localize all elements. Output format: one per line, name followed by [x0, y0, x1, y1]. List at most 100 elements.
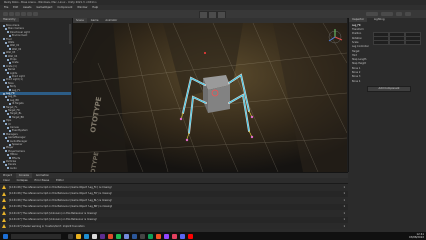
object-name[interactable]: Leg_FR — [352, 24, 361, 27]
warning-icon — [2, 217, 6, 222]
menu-window[interactable]: Window — [77, 6, 87, 9]
console-message-count: 1 — [343, 218, 345, 221]
edge-icon[interactable] — [84, 233, 89, 239]
gameobject-icon — [9, 143, 11, 146]
scale-tool-icon[interactable] — [21, 12, 26, 16]
task-view-icon[interactable] — [68, 233, 73, 239]
console-message-count: 1 — [343, 224, 345, 228]
gameobject-icon — [3, 146, 5, 149]
inspector-row: Bone 3 — [352, 75, 361, 79]
console-message-text: [12:41:07] Shader warning in 'Custom/Gri… — [9, 224, 85, 228]
gameobject-icon — [5, 41, 7, 44]
rect-tool-icon[interactable] — [27, 12, 32, 16]
scale-y-field[interactable] — [389, 40, 405, 45]
scale-x-field[interactable] — [373, 40, 389, 45]
word-icon[interactable] — [132, 233, 137, 239]
discord-icon[interactable] — [124, 233, 129, 239]
cloud-icon[interactable] — [405, 12, 411, 16]
error-pause-button[interactable]: Error Pause — [31, 178, 52, 183]
menu-edit[interactable]: Edit — [13, 6, 18, 9]
console-message-text: [12:41:07] The referenced script (Unknow… — [9, 211, 97, 215]
console-message-count: 1 — [343, 205, 345, 208]
gameobject-icon — [9, 102, 11, 105]
hand-tool-icon[interactable] — [3, 12, 8, 16]
tab-lighting[interactable]: Lighting — [371, 18, 388, 22]
office-icon[interactable] — [156, 233, 161, 239]
taskbar-search[interactable] — [11, 233, 61, 239]
light-gizmo-icon[interactable] — [204, 52, 206, 54]
console-message-count: 1 — [343, 192, 345, 195]
add-component-button[interactable]: Add Component — [367, 86, 411, 92]
gameobject-icon — [3, 65, 5, 68]
gameobject-icon — [3, 160, 5, 163]
windows-start-icon[interactable] — [3, 233, 8, 239]
inspector-row: Hint — [352, 53, 357, 57]
inspector-row: Position — [352, 32, 362, 36]
hierarchy-scrollbar[interactable] — [69, 24, 71, 44]
warning-icon — [2, 185, 6, 189]
gameobject-icon — [5, 95, 7, 98]
gameobject-icon — [7, 44, 9, 47]
file-explorer-icon[interactable] — [76, 233, 81, 239]
transform-tool-icon[interactable] — [33, 12, 38, 16]
gameobject-icon — [3, 92, 5, 95]
visual-studio-icon[interactable] — [100, 233, 105, 239]
instagram-icon[interactable] — [172, 233, 177, 239]
rotate-tool-icon[interactable] — [15, 12, 20, 16]
inspector-row: Target — [352, 49, 360, 53]
scene-viewport[interactable]: OTOTYPE OTOTYPE — [73, 23, 347, 172]
inspector-row: Rotation — [352, 36, 362, 40]
warning-icon — [2, 224, 6, 228]
gameobject-icon — [7, 31, 9, 34]
twitch-icon[interactable] — [164, 233, 169, 239]
gameobject-icon — [5, 109, 7, 112]
inspector-row: Step Height — [352, 62, 367, 66]
editor-dropdown[interactable]: Editor — [53, 178, 67, 183]
gameobject-icon — [5, 136, 7, 139]
gameobject-icon — [5, 150, 7, 153]
menu-component[interactable]: Component — [57, 6, 72, 9]
warning-icon — [2, 211, 6, 215]
collapse-button[interactable]: Collapse — [14, 178, 31, 183]
unity-icon[interactable] — [92, 233, 97, 239]
gameobject-icon — [5, 82, 7, 85]
gameobject-icon — [5, 55, 7, 58]
gameobject-icon — [5, 163, 7, 166]
gameobject-icon — [5, 68, 7, 71]
hierarchy-item-label: Audio — [10, 166, 17, 170]
gameobject-icon — [7, 167, 9, 170]
inspector-row: Bone 4 — [352, 79, 361, 83]
menu-help[interactable]: Help — [92, 6, 98, 9]
hierarchy-item[interactable]: Audio — [0, 167, 75, 170]
account-icon[interactable] — [396, 12, 402, 16]
move-tool-icon[interactable] — [9, 12, 14, 16]
console-message-text: [12:41:06] The referenced script on this… — [9, 205, 113, 208]
inspector-row: Step Length — [352, 58, 367, 62]
inspector-row: Bone 1 — [352, 66, 361, 70]
scale-z-field[interactable] — [405, 40, 421, 45]
sheets-icon[interactable] — [148, 233, 153, 239]
tab-hierarchy[interactable]: Hierarchy — [0, 18, 19, 22]
app-icon[interactable] — [180, 233, 185, 239]
layout-dropdown[interactable] — [381, 12, 393, 16]
menu-file[interactable]: File — [4, 6, 8, 9]
gameobject-icon — [7, 112, 9, 115]
menu-assets[interactable]: Assets — [23, 6, 31, 9]
gameobject-icon — [7, 153, 9, 156]
gameobject-icon — [7, 85, 9, 88]
inspector-panel: Inspector Lighting Leg_FR Transform Posit… — [348, 18, 426, 172]
chrome-icon[interactable] — [108, 233, 113, 239]
gameobject-icon — [9, 89, 11, 92]
clear-button[interactable]: Clear — [0, 178, 13, 183]
spotify-icon[interactable] — [116, 233, 121, 239]
menu-gameobject[interactable]: GameObject — [36, 6, 52, 9]
gameobject-icon — [9, 34, 11, 37]
youtube-icon[interactable] — [188, 233, 193, 239]
console-message-count: 1 — [343, 198, 345, 202]
terminal-icon[interactable] — [140, 233, 145, 239]
tab-inspector[interactable]: Inspector — [349, 18, 368, 22]
warning-icon — [2, 198, 6, 202]
gameobject-icon — [5, 123, 7, 126]
layers-dropdown[interactable] — [366, 12, 378, 16]
gameobject-icon — [3, 119, 5, 122]
